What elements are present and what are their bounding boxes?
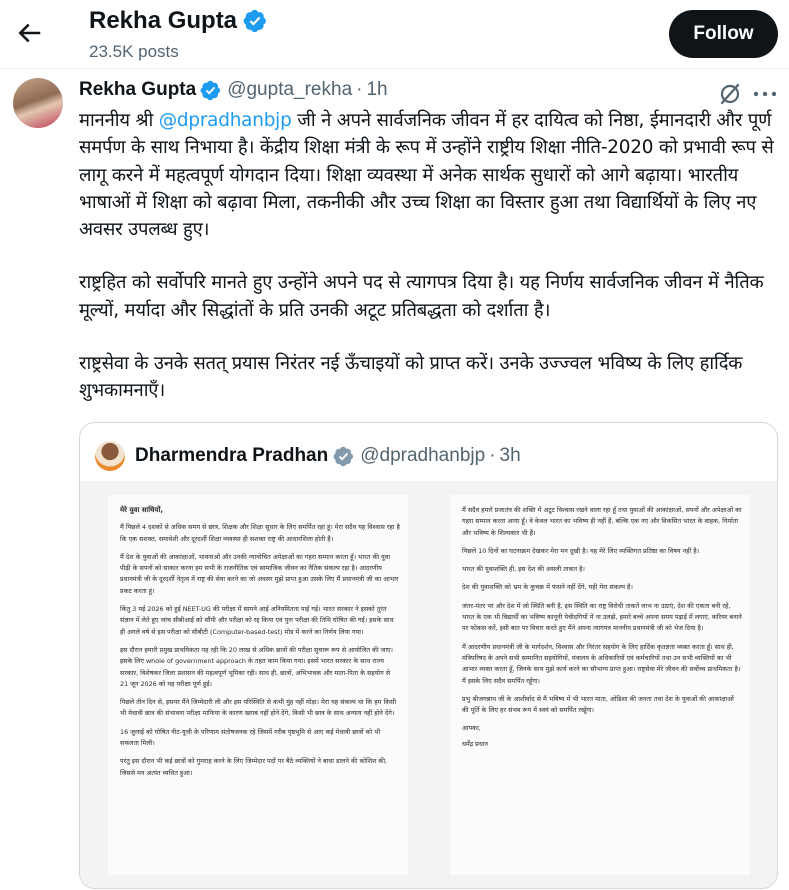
letter-line: प्रभु श्रीजगन्नाथ जी के आशीर्वाद से मैं … [462, 694, 734, 715]
post-paragraph-2: राष्ट्रहित को सर्वोपरि मानते हुए उन्होंन… [79, 272, 764, 321]
letter-line: देश की युवाशक्ति को भ्रम के कुचक्र में फ… [462, 583, 633, 592]
quoted-author-name: Dharmendra Pradhan [135, 445, 329, 466]
letter-line: किंतु 3 मई 2026 को हुई NEET-UG की परीक्ष… [120, 605, 394, 636]
verified-badge-icon [200, 80, 221, 100]
quoted-separator: · [489, 445, 496, 466]
grok-icon[interactable] [718, 82, 742, 106]
letter-line: धर्मेंद्र प्रधान [462, 739, 488, 748]
letter-line: जंतर-मंतर पर और देश में जो स्थिति बनी है… [462, 601, 742, 633]
letter-page-2: मैं सदैव हमारे प्रजातंत्र की शक्ति में अ… [450, 495, 750, 875]
letter-line: पिछले 10 दिनों का घटनाक्रम देखकर मेरा मन… [462, 546, 700, 555]
post-time[interactable]: 1h [366, 79, 387, 101]
quoted-post[interactable]: Dharmendra Pradhan @dpradhanbjp · 3h मेर… [79, 422, 778, 889]
arrow-left-icon[interactable] [14, 18, 44, 48]
more-dots-icon[interactable] [753, 89, 777, 99]
letter-line: मैं आदरणीय प्रधानमंत्री जी के मार्गदर्शन… [462, 642, 741, 685]
post-paragraph-3: राष्ट्रसेवा के उनके सतत् प्रयास निरंतर न… [79, 353, 743, 402]
quoted-post-header: Dharmendra Pradhan @dpradhanbjp · 3h [95, 441, 521, 471]
letter-line: आपका, [462, 724, 481, 733]
letter-line: भारत की युवाशक्ति ही, इस देश की असली ताक… [462, 565, 585, 574]
quoted-handle: @dpradhanbjp [360, 445, 486, 466]
posts-count: 23.5K posts [89, 42, 179, 61]
verified-badge-icon [333, 446, 354, 466]
verified-badge-icon [243, 9, 266, 33]
letter-page-1: मेरे युवा साथियों, मैं पिछले 4 दशकों से … [108, 495, 408, 875]
letter-line: मैं सदैव हमारे प्रजातंत्र की शक्ति में अ… [462, 506, 742, 537]
post-separator: · [356, 79, 363, 100]
post-text-part: माननीय श्री [79, 110, 159, 131]
letter-line: पिछले तीन दिन से, इसपर मैंने जिम्मेदारी … [120, 698, 396, 718]
mention-link[interactable]: @dpradhanbjp [159, 110, 292, 131]
letter-line: मैं पिछले 4 दशकों से अधिक समय से छात्र, … [120, 523, 400, 543]
post-text: माननीय श्री @dpradhanbjp जी ने अपने सार्… [79, 107, 779, 431]
quoted-avatar [95, 441, 125, 471]
letter-line: मेरे युवा साथियों, [120, 506, 164, 514]
avatar[interactable] [13, 78, 63, 128]
letter-line: इस दौरान हमारी प्रमुख प्राथमिकता यह रही … [120, 645, 393, 688]
post: Rekha Gupta @gupta_rekha · 1h माननीय श्र… [0, 69, 789, 890]
letter-line: 16 जुलाई को घोषित नीट-यूजी के परिणाम संत… [120, 727, 381, 748]
post-header: Rekha Gupta @gupta_rekha · 1h [79, 79, 388, 101]
post-handle[interactable]: @gupta_rekha [227, 79, 352, 101]
letter-line: मैं देश के युवाओं की आकांक्षाओं, भावनाओं… [120, 552, 399, 595]
post-author-name[interactable]: Rekha Gupta [79, 79, 196, 101]
top-bar: Rekha Gupta 23.5K posts Follow [0, 0, 789, 69]
letter-line: परंतु इस दौरान भी कई छात्रों को गुमराह क… [120, 757, 388, 777]
profile-name: Rekha Gupta [89, 7, 238, 34]
profile-header-name: Rekha Gupta [89, 7, 267, 35]
follow-button[interactable]: Follow [669, 10, 778, 58]
letter-image[interactable]: मेरे युवा साथियों, मैं पिछले 4 दशकों से … [80, 481, 777, 888]
quoted-time: 3h [499, 445, 521, 466]
post-paragraph-1: माननीय श्री @dpradhanbjp जी ने अपने सार्… [79, 107, 779, 243]
